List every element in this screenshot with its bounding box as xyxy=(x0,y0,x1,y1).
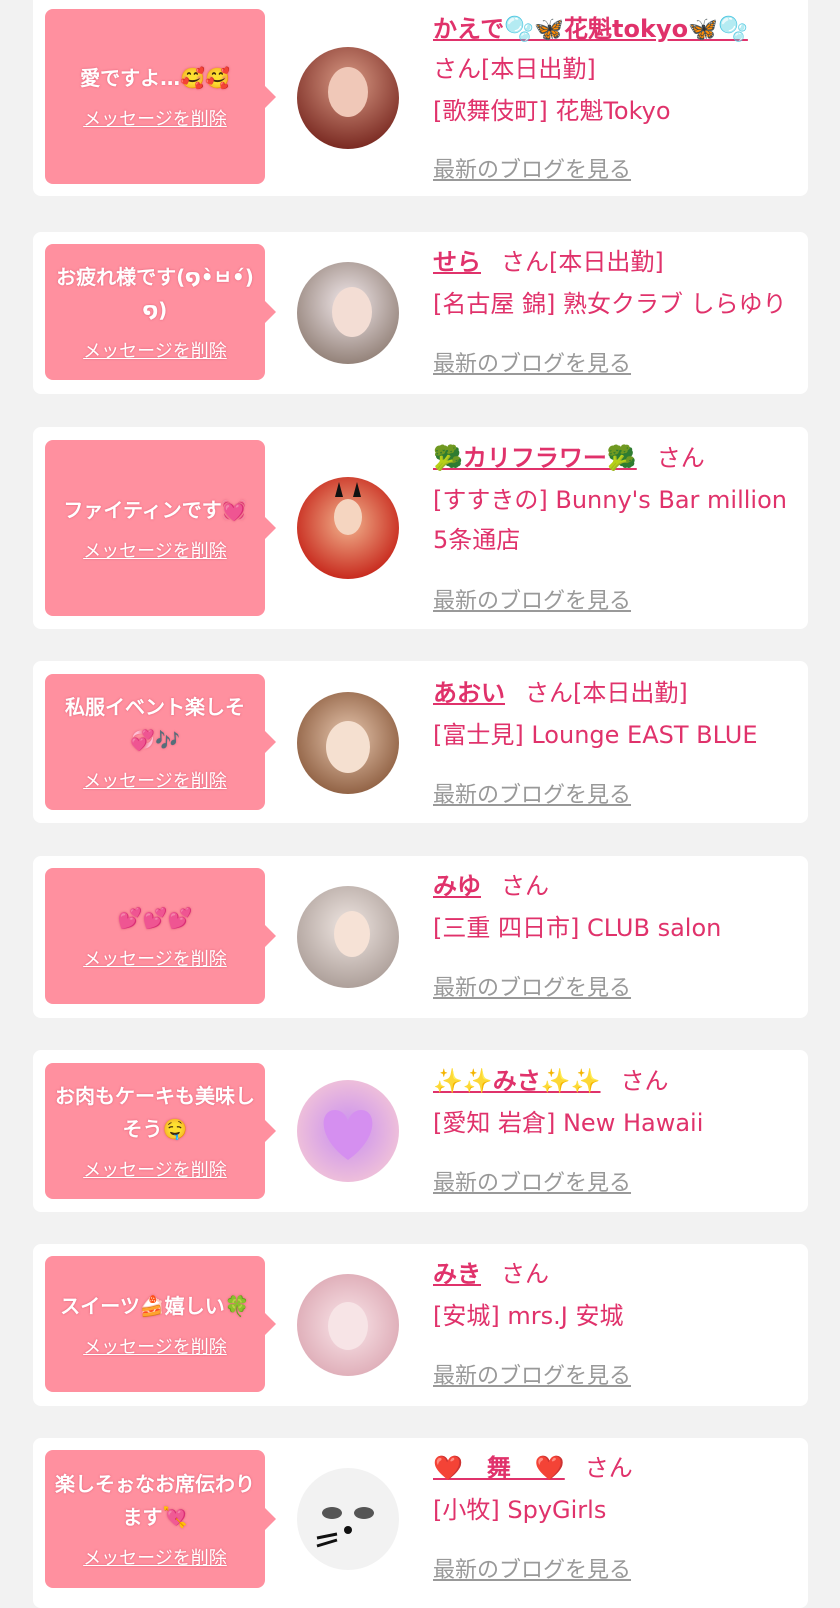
list-item: お疲れ様です(໑•̀ㅂ•́)໑) メッセージを削除 せら さん[本日出勤] [名古… xyxy=(33,232,808,394)
list-item: 楽しそぉなお席伝わります💘 メッセージを削除 ❤️ 舞 ❤️ さん [小牧] Sp… xyxy=(33,1438,808,1608)
list-item: 私服イベント楽しそ💞🎶 メッセージを削除 あおい さん[本日出勤] [富士見] L… xyxy=(33,661,808,823)
profile-info: ✨✨みさ✨✨ さん [愛知 岩倉] New Hawaii xyxy=(433,1061,803,1143)
shop-name: [小牧] SpyGirls xyxy=(433,1496,607,1524)
message-text: 💕💕💕 xyxy=(117,905,193,930)
avatar[interactable] xyxy=(297,886,399,988)
avatar-image xyxy=(297,1080,399,1182)
message-text: お肉もケーキも美味しそう🤤 xyxy=(55,1084,255,1141)
shop-name: [安城] mrs.J 安城 xyxy=(433,1302,624,1330)
girl-name-link[interactable]: かえで🫧🦋花魁tokyo🦋🫧 xyxy=(433,15,748,43)
avatar-image xyxy=(297,1274,399,1376)
profile-info: みき さん [安城] mrs.J 安城 xyxy=(433,1254,803,1336)
message-bubble: ファイティンです💓 メッセージを削除 xyxy=(45,440,276,616)
avatar[interactable] xyxy=(297,1274,399,1376)
message-bubble: スイーツ🍰嬉しい🍀 メッセージを削除 xyxy=(45,1256,276,1392)
message-text: 楽しそぉなお席伝わります💘 xyxy=(55,1472,255,1529)
message-bubble: 💕💕💕 メッセージを削除 xyxy=(45,868,276,1004)
message-text: 愛ですよ…🥰🥰 xyxy=(80,66,230,90)
status-badge: [本日出勤] xyxy=(549,248,664,276)
list-item: 💕💕💕 メッセージを削除 みゆ さん [三重 四日市] CLUB salon 最新… xyxy=(33,856,808,1018)
avatar[interactable] xyxy=(297,692,399,794)
message-bubble: 愛ですよ…🥰🥰 メッセージを削除 xyxy=(45,9,276,184)
status-badge: [本日出勤] xyxy=(573,679,688,707)
shop-name: [三重 四日市] CLUB salon xyxy=(433,914,722,942)
list-item: スイーツ🍰嬉しい🍀 メッセージを削除 みき さん [安城] mrs.J 安城 最新… xyxy=(33,1244,808,1406)
latest-blog-link[interactable]: 最新のブログを見る xyxy=(433,152,631,184)
shop-name: [名古屋 錦] 熟女クラブ しらゆり xyxy=(433,290,787,318)
girl-name-link[interactable]: せら xyxy=(433,248,481,276)
delete-message-link[interactable]: メッセージを削除 xyxy=(83,945,227,971)
delete-message-link[interactable]: メッセージを削除 xyxy=(83,1333,227,1359)
list-item: 愛ですよ…🥰🥰 メッセージを削除 かえで🫧🦋花魁tokyo🦋🫧 さん[本日出勤]… xyxy=(33,0,808,196)
message-list: 愛ですよ…🥰🥰 メッセージを削除 かえで🫧🦋花魁tokyo🦋🫧 さん[本日出勤]… xyxy=(0,0,840,1608)
girl-name-link[interactable]: ❤️ 舞 ❤️ xyxy=(433,1454,565,1482)
profile-info: ❤️ 舞 ❤️ さん [小牧] SpyGirls xyxy=(433,1448,803,1530)
shop-name: [歌舞伎町] 花魁Tokyo xyxy=(433,97,671,125)
latest-blog-link[interactable]: 最新のブログを見る xyxy=(433,970,631,1002)
girl-name-link[interactable]: ✨✨みさ✨✨ xyxy=(433,1067,601,1095)
message-bubble: お肉もケーキも美味しそう🤤 メッセージを削除 xyxy=(45,1063,276,1199)
girl-name-link[interactable]: みき xyxy=(433,1260,481,1288)
profile-info: 🥦カリフラワー🥦 さん [すすきの] Bunny's Bar million 5条… xyxy=(433,438,803,560)
profile-info: みゆ さん [三重 四日市] CLUB salon xyxy=(433,866,803,948)
latest-blog-link[interactable]: 最新のブログを見る xyxy=(433,1358,631,1390)
avatar[interactable] xyxy=(297,262,399,364)
message-text: ファイティンです💓 xyxy=(63,497,247,522)
delete-message-link[interactable]: メッセージを削除 xyxy=(83,767,227,793)
avatar-image xyxy=(297,886,399,988)
honorific: さん xyxy=(525,679,573,707)
delete-message-link[interactable]: メッセージを削除 xyxy=(83,105,227,131)
avatar-image xyxy=(297,692,399,794)
message-text: スイーツ🍰嬉しい🍀 xyxy=(60,1293,250,1318)
honorific: さん xyxy=(620,1067,669,1095)
latest-blog-link[interactable]: 最新のブログを見る xyxy=(433,777,631,809)
message-bubble: 私服イベント楽しそ💞🎶 メッセージを削除 xyxy=(45,674,276,810)
shop-name: [愛知 岩倉] New Hawaii xyxy=(433,1109,704,1137)
shop-name: [富士見] Lounge EAST BLUE xyxy=(433,721,758,749)
shop-name: [すすきの] Bunny's Bar million 5条通店 xyxy=(433,486,787,554)
avatar-image xyxy=(297,262,399,364)
honorific: さん xyxy=(656,444,705,472)
girl-name-link[interactable]: みゆ xyxy=(433,872,481,900)
delete-message-link[interactable]: メッセージを削除 xyxy=(83,537,227,563)
latest-blog-link[interactable]: 最新のブログを見る xyxy=(433,583,631,615)
avatar-image xyxy=(297,477,399,579)
honorific: さん xyxy=(501,872,549,900)
delete-message-link[interactable]: メッセージを削除 xyxy=(83,337,227,363)
profile-info: あおい さん[本日出勤] [富士見] Lounge EAST BLUE xyxy=(433,673,803,755)
avatar[interactable] xyxy=(297,1080,399,1182)
message-text: お疲れ様です(໑•̀ㅂ•́)໑) xyxy=(56,265,254,322)
honorific: さん xyxy=(501,1260,549,1288)
profile-info: せら さん[本日出勤] [名古屋 錦] 熟女クラブ しらゆり xyxy=(433,242,803,324)
honorific: さん xyxy=(584,1454,633,1482)
avatar-image xyxy=(297,1468,399,1570)
avatar[interactable] xyxy=(297,47,399,149)
delete-message-link[interactable]: メッセージを削除 xyxy=(83,1156,227,1182)
girl-name-link[interactable]: あおい xyxy=(433,679,505,707)
status-badge: [本日出勤] xyxy=(481,55,596,83)
girl-name-link[interactable]: 🥦カリフラワー🥦 xyxy=(433,444,637,472)
list-item: ファイティンです💓 メッセージを削除 🥦カリフラワー🥦 さん [すすきの] Bun… xyxy=(33,427,808,629)
latest-blog-link[interactable]: 最新のブログを見る xyxy=(433,1552,631,1584)
avatar[interactable] xyxy=(297,477,399,579)
message-text: 私服イベント楽しそ💞🎶 xyxy=(65,695,245,752)
message-bubble: お疲れ様です(໑•̀ㅂ•́)໑) メッセージを削除 xyxy=(45,244,276,380)
list-item: お肉もケーキも美味しそう🤤 メッセージを削除 ✨✨みさ✨✨ さん [愛知 岩倉] … xyxy=(33,1050,808,1212)
avatar-image xyxy=(297,47,399,149)
latest-blog-link[interactable]: 最新のブログを見る xyxy=(433,346,631,378)
delete-message-link[interactable]: メッセージを削除 xyxy=(83,1544,227,1570)
latest-blog-link[interactable]: 最新のブログを見る xyxy=(433,1165,631,1197)
profile-info: かえで🫧🦋花魁tokyo🦋🫧 さん[本日出勤] [歌舞伎町] 花魁Tokyo xyxy=(433,9,803,131)
message-bubble: 楽しそぉなお席伝わります💘 メッセージを削除 xyxy=(45,1450,276,1588)
honorific: さん xyxy=(433,55,481,83)
honorific: さん xyxy=(501,248,549,276)
avatar[interactable] xyxy=(297,1468,399,1570)
